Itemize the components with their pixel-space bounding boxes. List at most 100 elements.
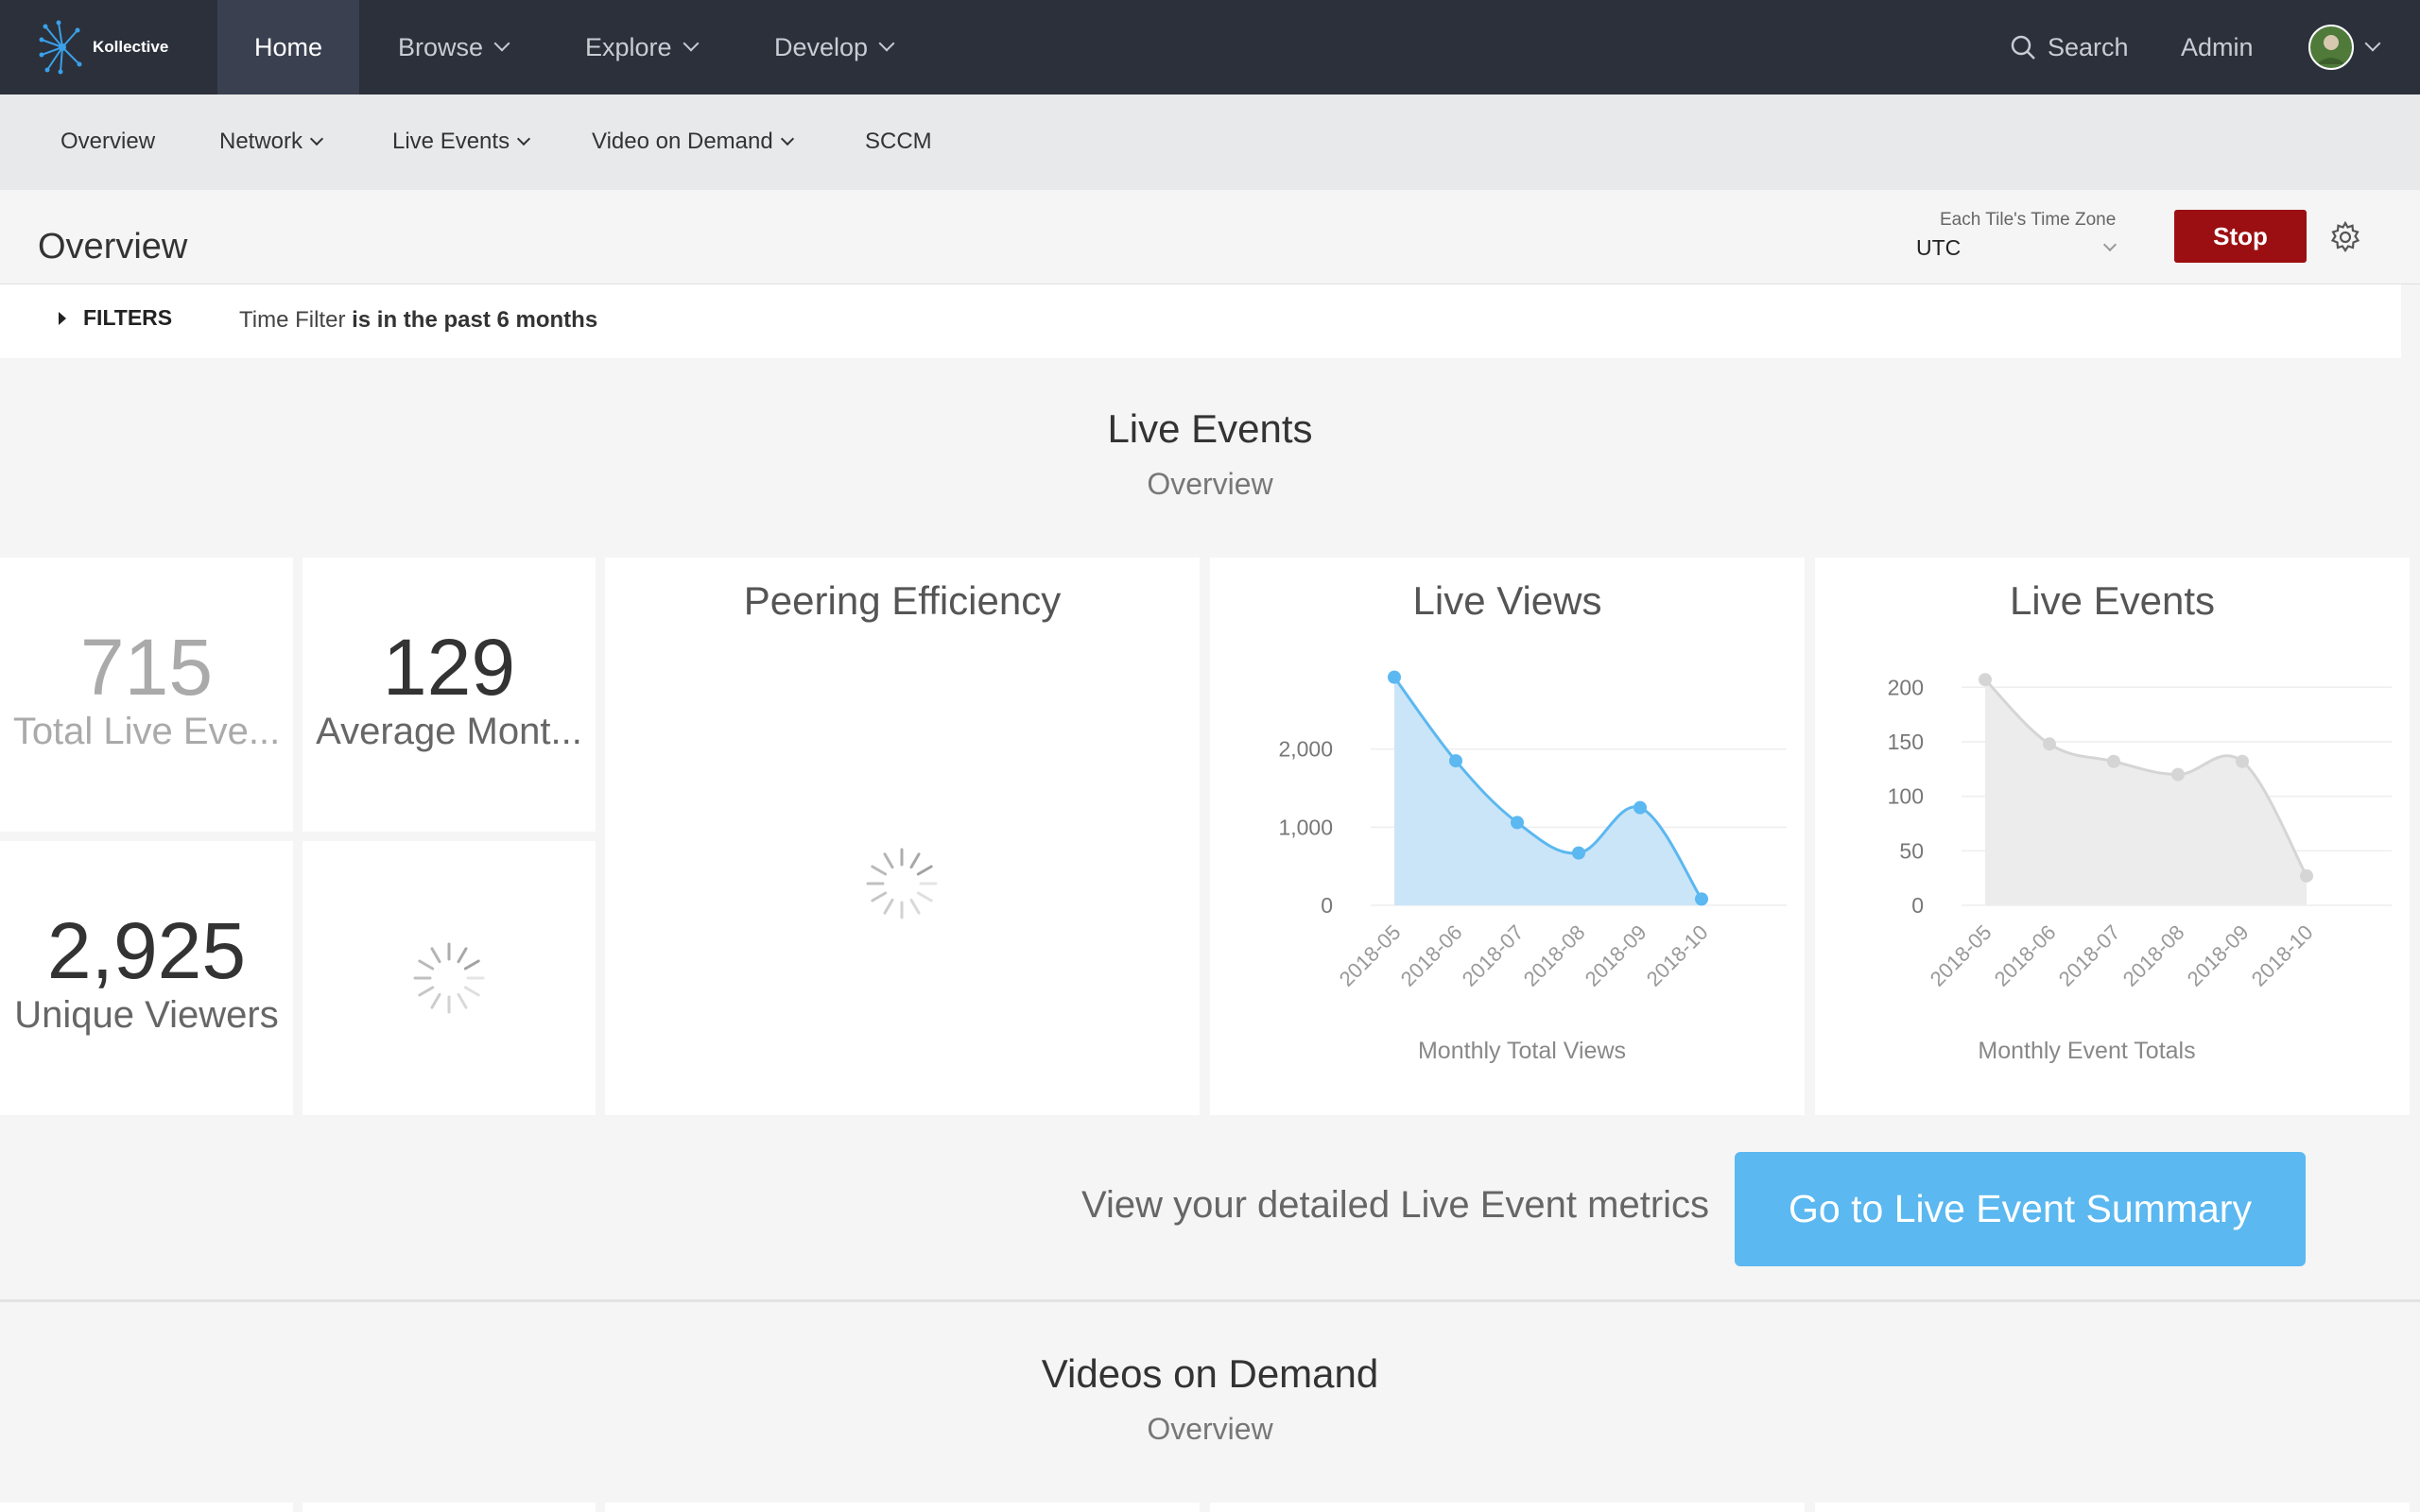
tile-live-events[interactable]: Live Events 0 50 100 150 200 2018-05 2018-06 20… [1815, 558, 2410, 1115]
area-fill [1985, 679, 2307, 905]
stop-button[interactable]: Stop [2174, 210, 2307, 263]
y-tick-label: 50 [1899, 838, 1924, 863]
nav-home[interactable]: Home [217, 0, 359, 94]
subnav-sccm[interactable]: SCCM [865, 94, 932, 189]
y-tick-label: 100 [1888, 784, 1924, 809]
filters-toggle[interactable]: FILTERS [59, 305, 172, 331]
chevron-down-icon [2102, 237, 2118, 252]
x-tick-label: 2018-06 [1990, 920, 2061, 991]
nav-develop-label: Develop [774, 32, 869, 61]
spinner-segment [418, 959, 435, 971]
search-label: Search [2048, 32, 2129, 61]
tile-peering-efficiency[interactable]: Peering Efficiency [605, 558, 1200, 1115]
spinner-segment [916, 865, 933, 876]
chevron-down-icon [878, 35, 895, 52]
spinner-segment [457, 992, 468, 1009]
subnav-overview-label: Overview [60, 129, 156, 154]
admin-link[interactable]: Admin [2181, 0, 2254, 94]
subnav-video-on-demand[interactable]: Video on Demand [592, 94, 794, 189]
x-tick-label: 2018-10 [1642, 920, 1713, 991]
nav-browse[interactable]: Browse [398, 0, 510, 94]
nav-home-label: Home [253, 32, 323, 61]
time-filter-description[interactable]: Time Filter is in the past 6 months [239, 307, 597, 334]
data-point[interactable] [2107, 754, 2120, 768]
timezone-value: UTC [1916, 234, 1962, 260]
data-point[interactable] [1511, 816, 1524, 830]
y-tick-label: 1,000 [1278, 815, 1333, 839]
gear-icon[interactable] [2328, 220, 2362, 254]
nav-browse-label: Browse [398, 32, 484, 61]
peering-efficiency-title: Peering Efficiency [743, 578, 1062, 623]
stat-tile-loading [302, 841, 596, 1115]
unique-viewers-value: 2,925 [46, 906, 247, 995]
brand-logo[interactable]: Kollective [38, 17, 168, 77]
stat-tile-average-monthly[interactable]: 129 Average Mont... [302, 558, 596, 832]
chevron-down-icon [780, 131, 794, 146]
spinner-segment [871, 865, 888, 876]
vod-tile [605, 1503, 1200, 1512]
live-events-section-subtitle: Overview [1147, 467, 1273, 501]
average-monthly-value: 129 [382, 623, 516, 712]
timezone-select[interactable]: UTC [1916, 232, 2134, 263]
total-live-events-label: Total Live Eve... [12, 711, 281, 752]
data-point[interactable] [2236, 754, 2249, 768]
spinner-segment [883, 898, 894, 915]
nav-develop[interactable]: Develop [774, 0, 895, 94]
y-tick-label: 0 [1321, 893, 1333, 918]
subnav-overview[interactable]: Overview [60, 94, 155, 189]
search-button[interactable]: Search [2010, 0, 2129, 94]
subnav-vod-label: Video on Demand [592, 129, 773, 154]
tile-live-views[interactable]: Live Views 0 1,000 2,000 2018-05 2018-06 2018… [1210, 558, 1805, 1115]
filter-field: Time Filter [239, 307, 346, 333]
stat-tile-unique-viewers[interactable]: 2,925 Unique Viewers [0, 841, 293, 1115]
data-point[interactable] [2300, 868, 2313, 883]
spinner-segment [430, 992, 441, 1009]
subnav-network-label: Network [219, 129, 303, 154]
data-point[interactable] [1979, 673, 1992, 687]
vod-section-title: Videos on Demand [1041, 1351, 1379, 1396]
subnav-live-events[interactable]: Live Events [392, 94, 531, 189]
x-tick-label: 2018-08 [2118, 920, 2189, 991]
live-views-chart: 01,0002,0002018-052018-062018-072018-082… [1278, 670, 1787, 1064]
x-tick-label: 2018-05 [1335, 920, 1406, 991]
data-point[interactable] [1695, 892, 1708, 906]
spinner-segment [457, 947, 468, 964]
vod-tile [1210, 1503, 1805, 1512]
spinner-segment [871, 891, 888, 902]
go-to-live-event-summary-button[interactable]: Go to Live Event Summary [1735, 1152, 2306, 1266]
cta-description: View your detailed Live Event metrics [1081, 1184, 1710, 1226]
avatar [2308, 25, 2354, 70]
data-point[interactable] [2171, 767, 2185, 782]
stat-tile-total-live-events[interactable]: 715 Total Live Eve... [0, 558, 293, 832]
timezone-label: Each Tile's Time Zone [1940, 210, 2117, 230]
loading-spinner-icon [866, 848, 938, 919]
live-events-chart: 0 50 100 150 200 2018-052018-062018-072018-08… [1888, 673, 2392, 1064]
subnav-network[interactable]: Network [219, 94, 324, 189]
x-tick-label: 2018-10 [2247, 920, 2318, 991]
live-events-section-title: Live Events [1107, 406, 1313, 451]
brand-name: Kollective [93, 38, 169, 56]
vod-tile [0, 1503, 293, 1512]
y-tick-label: 0 [1911, 893, 1924, 918]
nav-explore[interactable]: Explore [585, 0, 700, 94]
total-live-events-value: 715 [79, 623, 214, 712]
x-axis-label: Monthly Total Views [1418, 1038, 1626, 1064]
data-point[interactable] [1634, 800, 1647, 815]
subnav-live-events-label: Live Events [392, 129, 510, 154]
data-point[interactable] [1449, 754, 1462, 768]
vod-tile [302, 1503, 596, 1512]
top-navbar: Kollective Home Browse Explore Develop S… [0, 0, 2420, 94]
data-point[interactable] [1388, 670, 1401, 684]
user-menu[interactable] [2308, 0, 2381, 94]
kollective-logo-icon [39, 20, 82, 75]
chevron-down-icon [683, 35, 700, 52]
data-point[interactable] [2043, 737, 2056, 751]
caret-right-icon [59, 311, 66, 325]
filter-value: is in the past 6 months [352, 307, 598, 333]
x-tick-label: 2018-05 [1926, 920, 1996, 991]
chevron-down-icon [309, 131, 324, 146]
filters-label: FILTERS [83, 305, 173, 330]
loading-spinner-icon [413, 942, 485, 1014]
vod-tile [1815, 1503, 2410, 1512]
data-point[interactable] [1572, 846, 1585, 860]
